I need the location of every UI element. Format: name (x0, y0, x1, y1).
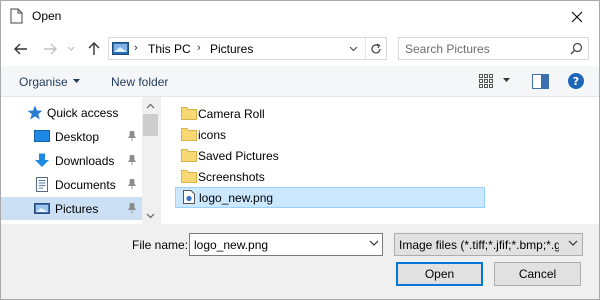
sidebar-item-label: Pictures (55, 202, 99, 216)
recent-locations-button[interactable] (65, 40, 77, 58)
refresh-button[interactable] (365, 38, 385, 59)
download-icon (35, 153, 49, 167)
chevron-down-icon (568, 240, 578, 246)
chevron-down-icon (349, 46, 357, 51)
scroll-down-button[interactable] (142, 207, 159, 224)
file-name: Saved Pictures (198, 149, 279, 163)
image-file-icon (183, 190, 195, 204)
view-options-icon[interactable] (478, 73, 494, 89)
up-button[interactable] (85, 40, 103, 58)
pin-icon[interactable] (127, 203, 137, 214)
sidebar-item-desktop[interactable]: Desktop (1, 125, 143, 148)
search-icon (570, 42, 583, 55)
file-name-label: File name: (132, 238, 189, 252)
this-pc-icon (112, 42, 129, 55)
preview-pane-icon[interactable] (532, 74, 549, 89)
sidebar-item-label: Quick access (47, 106, 119, 120)
folder-icon (181, 128, 197, 141)
chevron-down-icon (146, 213, 155, 218)
arrow-left-icon (14, 43, 27, 55)
desktop-icon (34, 130, 50, 142)
caret-down-icon[interactable] (503, 78, 510, 82)
breadcrumb-pictures[interactable]: Pictures (210, 42, 253, 56)
command-bar: Organise New folder ? (1, 66, 599, 97)
list-item-saved-pictures[interactable]: Saved Pictures (175, 145, 485, 166)
open-button[interactable]: Open (396, 262, 483, 286)
close-icon (571, 11, 583, 22)
refresh-icon (370, 42, 381, 53)
pin-icon[interactable] (127, 155, 137, 166)
breadcrumb-separator[interactable]: › (134, 42, 138, 54)
pictures-icon (34, 203, 50, 214)
scroll-thumb[interactable] (143, 114, 158, 136)
file-name: logo_new.png (199, 191, 274, 205)
close-button[interactable] (557, 1, 597, 32)
navigation-pane: Quick access Desktop Downloads Documents… (1, 97, 159, 224)
file-list: Camera Roll icons Saved Pictures Screens… (161, 97, 599, 224)
file-name: Camera Roll (198, 107, 265, 121)
navigation-scrollbar[interactable] (142, 97, 159, 224)
list-item-icons[interactable]: icons (175, 124, 485, 145)
document-icon (10, 8, 23, 24)
folder-icon (181, 107, 197, 120)
new-folder-button[interactable]: New folder (111, 75, 168, 89)
back-button[interactable] (12, 40, 30, 58)
sidebar-item-label: Documents (55, 178, 116, 192)
open-dialog: Open › This PC › Pictures Search Picture… (0, 0, 600, 300)
folder-icon (181, 149, 197, 162)
cancel-button[interactable]: Cancel (494, 262, 581, 286)
chevron-down-icon (67, 46, 75, 51)
file-name-input[interactable] (194, 237, 359, 253)
sidebar-item-label: Desktop (55, 130, 100, 144)
sidebar-item-label: Downloads (55, 154, 115, 168)
address-row: › This PC › Pictures (1, 32, 599, 66)
file-name: Screenshots (198, 170, 265, 184)
breadcrumb-this-pc[interactable]: This PC (148, 42, 191, 56)
dialog-footer: File name: Image files (*.tiff;*.jfif;*.… (1, 224, 599, 299)
arrow-up-icon (88, 42, 100, 55)
sidebar-item-downloads[interactable]: Downloads (1, 149, 143, 172)
search-input[interactable] (405, 41, 565, 57)
folder-icon (181, 170, 197, 183)
organise-menu[interactable]: Organise (19, 75, 68, 89)
sidebar-item-quick-access[interactable]: Quick access (1, 101, 143, 124)
file-name-combobox[interactable] (189, 233, 383, 256)
chevron-down-icon[interactable] (369, 240, 379, 246)
breadcrumb-separator[interactable]: › (197, 42, 201, 54)
list-item-screenshots[interactable]: Screenshots (175, 166, 485, 187)
forward-button[interactable] (41, 40, 59, 58)
pin-icon[interactable] (127, 179, 137, 190)
file-type-value: Image files (*.tiff;*.jfif;*.bmp;*.gif;*… (399, 238, 559, 252)
sidebar-item-documents[interactable]: Documents (1, 173, 143, 196)
help-button[interactable]: ? (568, 73, 584, 89)
documents-icon (36, 177, 48, 192)
star-icon (27, 105, 43, 120)
file-name: icons (198, 128, 227, 142)
title-bar: Open (1, 1, 599, 32)
list-item-logo-new-png[interactable]: logo_new.png (175, 187, 485, 208)
file-type-select[interactable]: Image files (*.tiff;*.jfif;*.bmp;*.gif;*… (394, 233, 583, 256)
search-box[interactable] (398, 37, 589, 60)
scroll-up-button[interactable] (142, 97, 159, 114)
window-title: Open (32, 9, 62, 23)
address-bar[interactable]: › This PC › Pictures (108, 37, 387, 60)
address-history-dropdown[interactable] (344, 38, 362, 59)
chevron-up-icon (146, 103, 155, 108)
pin-icon[interactable] (127, 131, 137, 142)
list-item-camera-roll[interactable]: Camera Roll (175, 103, 485, 124)
sidebar-item-pictures[interactable]: Pictures (1, 197, 143, 220)
caret-down-icon[interactable] (73, 79, 80, 83)
arrow-right-icon (44, 43, 57, 55)
